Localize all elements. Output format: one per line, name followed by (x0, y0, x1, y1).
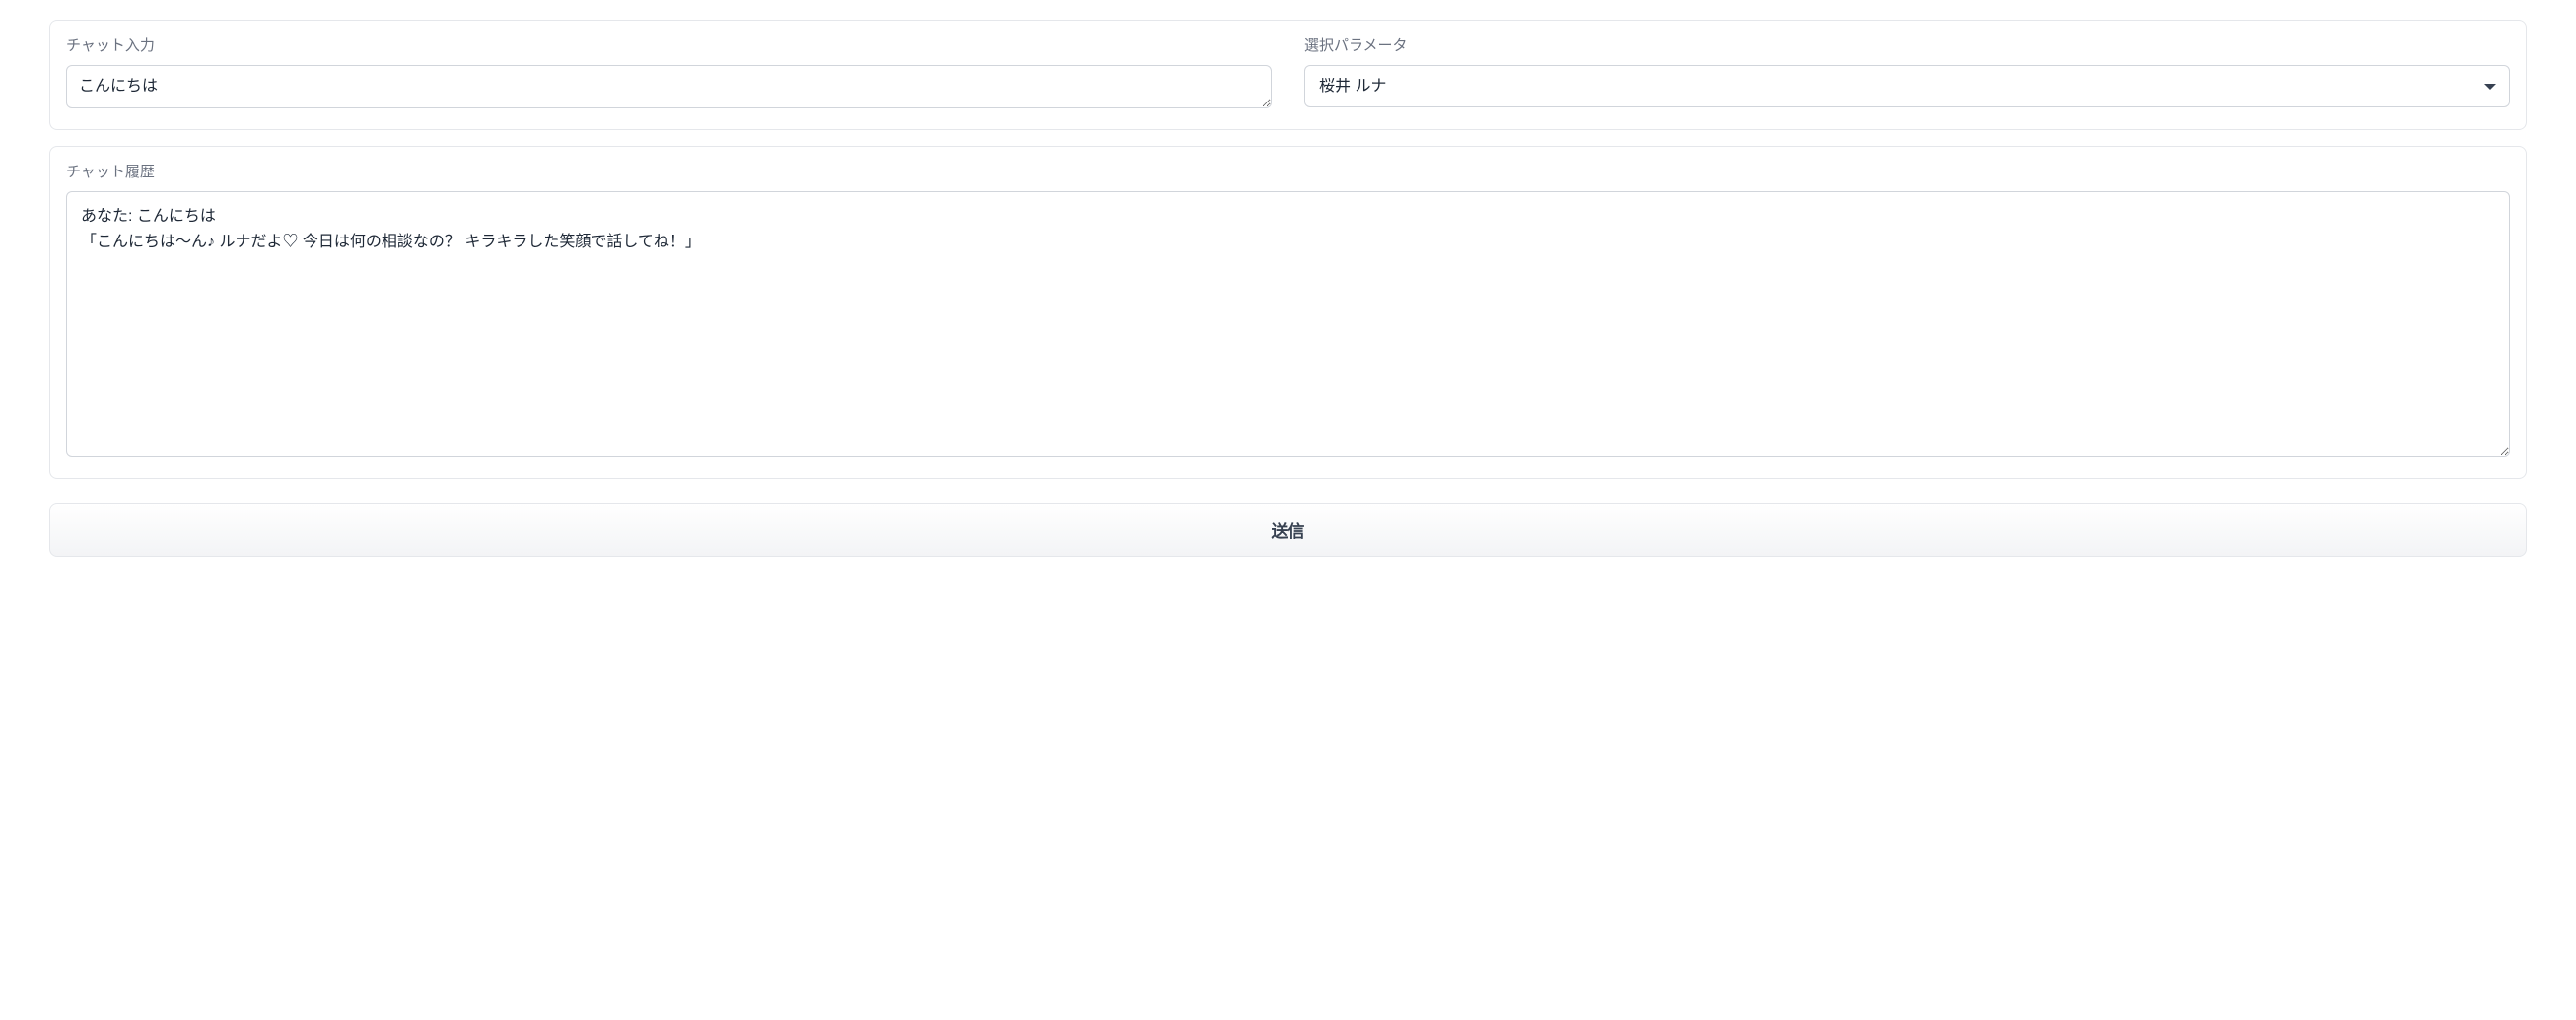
top-row: チャット入力 選択パラメータ 桜井 ルナ (49, 20, 2527, 130)
chat-history-panel: チャット履歴 (49, 146, 2527, 479)
chat-history-field[interactable] (66, 191, 2510, 457)
chat-input-field[interactable] (66, 65, 1272, 108)
chat-history-label: チャット履歴 (66, 161, 2510, 181)
chat-input-label: チャット入力 (66, 34, 1272, 55)
parameter-select-field[interactable]: 桜井 ルナ (1304, 65, 2510, 107)
submit-button[interactable]: 送信 (49, 503, 2527, 557)
parameter-select-label: 選択パラメータ (1304, 34, 2510, 55)
parameter-select-panel: 選択パラメータ 桜井 ルナ (1288, 20, 2527, 130)
chat-input-panel: チャット入力 (49, 20, 1288, 130)
parameter-select-wrapper: 桜井 ルナ (1304, 65, 2510, 107)
